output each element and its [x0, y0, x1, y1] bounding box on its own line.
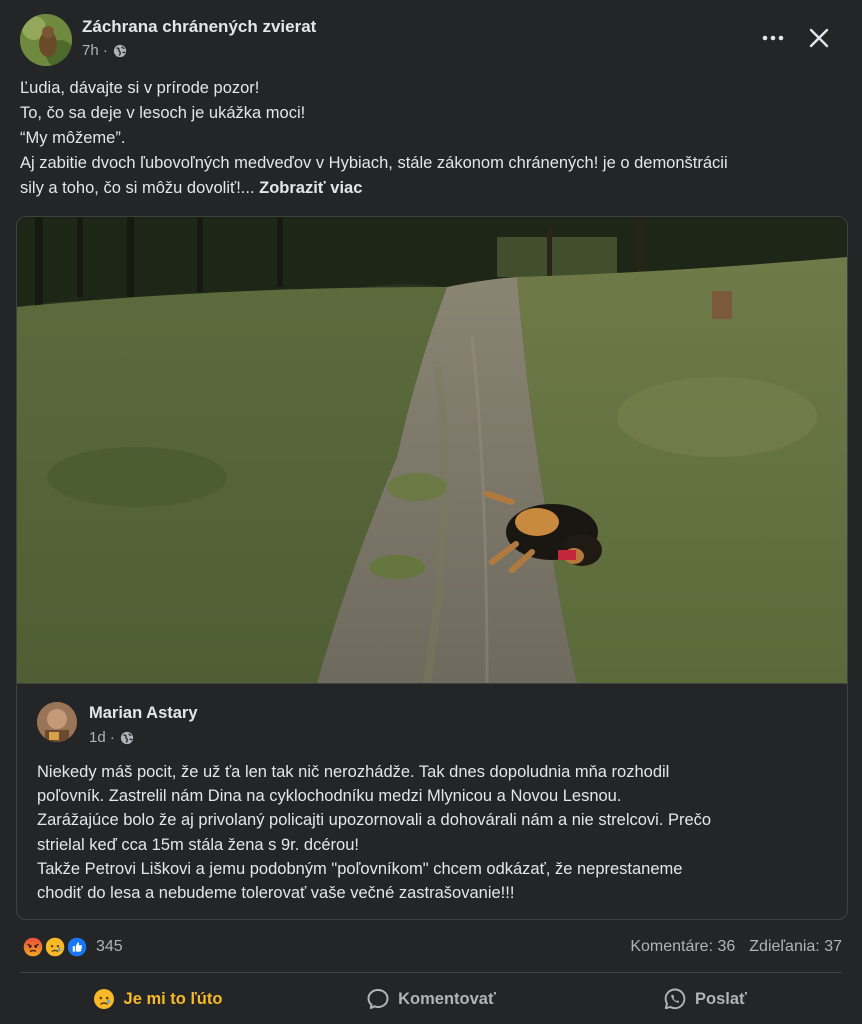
whatsapp-icon — [664, 988, 686, 1010]
post-text-line: To, čo sa deje v lesoch je ukážka moci! — [20, 104, 306, 122]
shared-text-line: strielal keď cca 15m stála žena s 9r. dc… — [37, 835, 359, 854]
post-text-line-end: sily a toho, čo si môžu dovoliť!... — [20, 179, 260, 197]
post-photo[interactable] — [17, 217, 847, 683]
shared-text-line: poľovník. Zastrelil nám Dina na cyklocho… — [37, 787, 622, 806]
close-button[interactable] — [801, 20, 837, 56]
shared-post-meta: 1d · — [89, 729, 134, 746]
reaction-icons[interactable] — [20, 934, 96, 960]
shares-count[interactable]: Zdieľania: 37 — [749, 938, 842, 956]
shared-text-line: Niekedy máš pocit, že už ťa len tak nič … — [37, 763, 670, 781]
angry-icon — [20, 934, 46, 960]
author-avatar[interactable] — [37, 702, 77, 742]
post-time[interactable]: 7h · — [82, 42, 108, 59]
globe-icon — [120, 731, 133, 744]
post-text: Ľudia, dávajte si v prírode pozor! To, č… — [20, 76, 850, 201]
page-name[interactable]: Záchrana chránených zvierat — [82, 17, 316, 37]
post-meta: 7h · — [82, 42, 127, 59]
shared-post-time[interactable]: 1d · — [89, 729, 115, 746]
see-more-link[interactable]: Zobraziť viac — [259, 179, 362, 197]
more-icon — [762, 35, 784, 41]
reactions-row: 345 Komentáre: 36 Zdieľania: 37 — [20, 932, 842, 962]
shared-post-text: Niekedy máš pocit, že už ťa len tak nič … — [37, 760, 837, 905]
reaction-count[interactable]: 345 — [96, 938, 123, 956]
post-text-line: “My môžeme”. — [20, 129, 126, 147]
send-button[interactable]: Poslať — [568, 974, 842, 1024]
author-name[interactable]: Marian Astary — [89, 704, 198, 723]
comment-icon — [367, 989, 389, 1009]
post-text-line: sily a toho, čo si môžu dovoliť!... Zobr… — [20, 176, 850, 201]
more-options-button[interactable] — [756, 22, 792, 54]
comment-button[interactable]: Komentovať — [294, 974, 568, 1024]
react-button[interactable]: Je mi to ľúto — [20, 974, 294, 1024]
shared-post-body: Marian Astary 1d · Niekedy máš pocit, že… — [17, 683, 847, 919]
action-bar: Je mi to ľúto Komentovať Poslať — [20, 974, 842, 1024]
shared-text-line: Zarážajúce bolo že aj privolaný policajt… — [37, 811, 712, 830]
sad-icon — [93, 989, 114, 1009]
post-text-line: Aj zabitie dvoch ľubovoľných medveďov v … — [20, 154, 728, 172]
shared-post: Marian Astary 1d · Niekedy máš pocit, že… — [16, 216, 848, 920]
post-text-line: Ľudia, dávajte si v prírode pozor! — [20, 79, 260, 97]
comments-count[interactable]: Komentáre: 36 — [630, 938, 735, 956]
post-header: Záchrana chránených zvierat 7h · — [0, 0, 862, 72]
close-icon — [809, 28, 829, 48]
divider — [20, 972, 842, 973]
send-label: Poslať — [695, 989, 747, 1008]
page-avatar[interactable] — [20, 14, 72, 66]
comment-label: Komentovať — [398, 989, 496, 1008]
shared-text-line: Takže Petrovi Liškovi a jemu podobným "p… — [37, 859, 683, 878]
shared-text-line: chodiť do lesa a nebudeme tolerovať vaše… — [37, 884, 515, 903]
react-label: Je mi to ľúto — [123, 989, 223, 1008]
post-stats: Komentáre: 36 Zdieľania: 37 — [630, 938, 842, 956]
globe-icon — [113, 44, 126, 57]
